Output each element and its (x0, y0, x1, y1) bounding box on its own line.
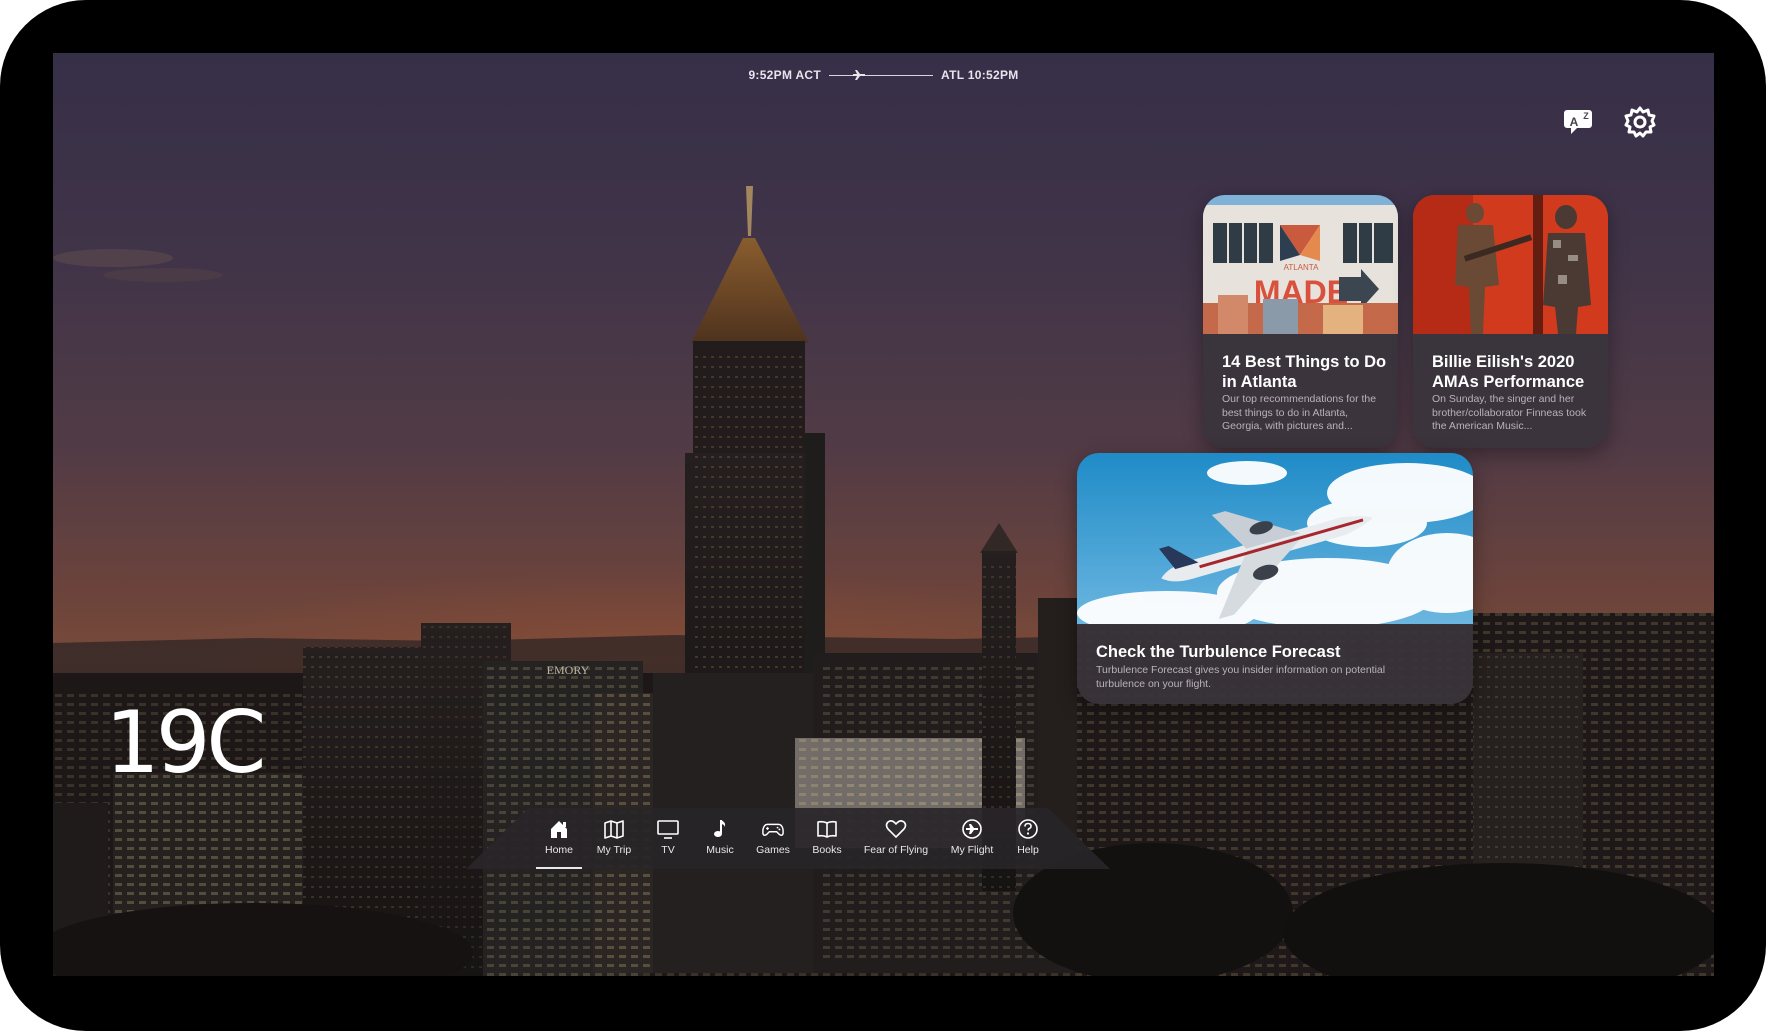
device-frame: EMORY 9:52PM ACT ATL 10:52PM A Z 19C ATL… (0, 0, 1766, 1031)
map-icon (603, 818, 625, 840)
turbulence-forecast-card[interactable]: Check the Turbulence Forecast Turbulence… (1077, 453, 1473, 704)
temperature-readout: 19C (105, 693, 266, 793)
nav-label: Music (706, 844, 734, 856)
article-card-atlanta[interactable]: ATLANTA MADE 14 Best Things to Do in Atl… (1203, 195, 1398, 448)
home-screen: EMORY 9:52PM ACT ATL 10:52PM A Z 19C ATL… (53, 53, 1714, 976)
nav-label: Fear of Flying (863, 844, 929, 856)
nav-item-help[interactable]: Help (1006, 818, 1050, 866)
nav-item-books[interactable]: Books (800, 818, 854, 866)
nav-item-my-flight[interactable]: My Flight (938, 818, 1006, 866)
translate-icon: A Z (1564, 110, 1592, 134)
card-title: Billie Eilish's 2020 AMAs Performance (1432, 353, 1585, 391)
atlanta-label: ATLANTA (1284, 263, 1319, 272)
nav-label: Home (544, 844, 573, 856)
bottom-navigation: Home My Trip TV Music Games Books Fear o… (466, 808, 1110, 869)
airplane-sky-image (1077, 453, 1473, 624)
flight-progress-bar: 9:52PM ACT ATL 10:52PM (53, 63, 1714, 87)
flight-progress-line (829, 69, 934, 80)
destination-time: ATL 10:52PM (941, 68, 1019, 82)
nav-item-music[interactable]: Music (694, 818, 746, 866)
plane-icon (853, 69, 866, 80)
nav-label: My Trip (596, 844, 632, 856)
music-note-icon (709, 818, 731, 840)
home-icon (548, 818, 570, 840)
nav-item-my-trip[interactable]: My Trip (586, 818, 642, 866)
nav-label: Games (756, 844, 790, 856)
gear-icon (1624, 106, 1656, 138)
nav-item-fear-of-flying[interactable]: Fear of Flying (854, 818, 938, 866)
nav-label: TV (661, 844, 675, 856)
plane-circle-icon (961, 818, 983, 840)
svg-text:A: A (1570, 115, 1579, 129)
card-description: Our top recommendations for the best thi… (1222, 393, 1377, 432)
nav-label: Help (1017, 844, 1039, 856)
book-icon (816, 818, 838, 840)
article-card-billie-eilish[interactable]: Billie Eilish's 2020 AMAs Performance On… (1413, 195, 1608, 448)
top-actions: A Z (1561, 103, 1659, 141)
card-description: On Sunday, the singer and her brother/co… (1432, 393, 1587, 432)
nav-label: Books (812, 844, 842, 856)
help-icon (1017, 818, 1039, 840)
nav-item-home[interactable]: Home (532, 818, 586, 866)
nav-label: My Flight (950, 844, 994, 856)
nav-item-tv[interactable]: TV (642, 818, 694, 866)
card-title: Check the Turbulence Forecast (1096, 643, 1341, 661)
settings-button[interactable] (1621, 103, 1659, 141)
atlanta-made-image: ATLANTA MADE (1203, 195, 1398, 334)
heart-icon (885, 818, 907, 840)
performance-image (1413, 195, 1608, 334)
svg-text:Z: Z (1583, 111, 1589, 121)
nav-items: Home My Trip TV Music Games Books Fear o… (532, 818, 1050, 866)
gamepad-icon (762, 818, 784, 840)
card-description: Turbulence Forecast gives you insider in… (1096, 664, 1386, 690)
tv-icon (657, 818, 679, 840)
card-title: 14 Best Things to Do in Atlanta (1222, 353, 1387, 391)
language-button[interactable]: A Z (1561, 103, 1599, 141)
origin-time: 9:52PM ACT (748, 68, 822, 82)
nav-item-games[interactable]: Games (746, 818, 800, 866)
